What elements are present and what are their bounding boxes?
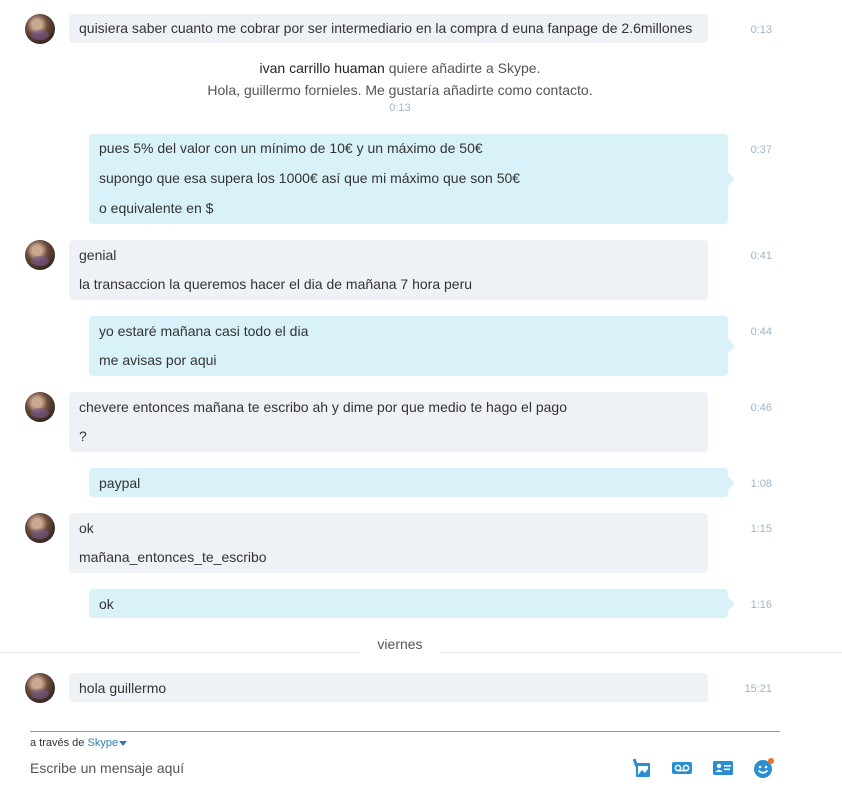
message-bubble-outgoing[interactable]: pues 5% del valor con un mínimo de 10€ y… xyxy=(89,134,735,224)
contact-avatar[interactable] xyxy=(25,392,55,422)
message-text: yo estaré mañana casi todo el dia xyxy=(99,323,309,339)
message-timestamp: 0:44 xyxy=(750,326,772,338)
contact-card-icon[interactable] xyxy=(712,757,734,779)
message-timestamp: 0:37 xyxy=(750,144,772,156)
message-text: paypal xyxy=(99,475,141,491)
contact-request-timestamp: 0:13 xyxy=(389,102,411,114)
message-bubble-incoming[interactable]: hola guillermo xyxy=(69,673,708,702)
composer-divider xyxy=(30,731,780,732)
emoticon-icon[interactable] xyxy=(753,757,775,779)
message-bubble-incoming[interactable]: chevere entonces mañana te escribo ah y … xyxy=(69,392,708,452)
message-input[interactable] xyxy=(30,759,590,777)
message-bubble-incoming[interactable]: ok mañana_entonces_te_escribo xyxy=(69,513,708,573)
contact-request-message: Hola, guillermo fornieles. Me gustaría a… xyxy=(207,82,593,98)
message-text: supongo que esa supera los 1000€ así que… xyxy=(99,170,521,186)
message-timestamp: 1:15 xyxy=(750,523,772,535)
message-bubble-outgoing[interactable]: paypal xyxy=(89,468,735,497)
message-timestamp: 1:08 xyxy=(750,478,772,490)
conversation-area: quisiera saber cuanto me cobrar por ser … xyxy=(0,0,842,730)
message-timestamp: 0:46 xyxy=(750,402,772,414)
message-text: chevere entonces mañana te escribo ah y … xyxy=(79,399,567,415)
message-bubble-outgoing[interactable]: yo estaré mañana casi todo el dia me avi… xyxy=(89,316,735,376)
message-bubble-incoming[interactable]: quisiera saber cuanto me cobrar por ser … xyxy=(69,14,708,43)
message-text: mañana_entonces_te_escribo xyxy=(79,549,267,565)
message-text: pues 5% del valor con un mínimo de 10€ y… xyxy=(99,140,483,156)
contact-avatar[interactable] xyxy=(25,673,55,703)
image-send-icon[interactable] xyxy=(632,757,654,779)
day-separator: viernes xyxy=(0,636,842,660)
message-text: genial xyxy=(79,247,117,263)
video-message-icon[interactable] xyxy=(671,757,693,779)
contact-request-notice: ivan carrillo huaman quiere añadirte a S… xyxy=(0,60,800,76)
contact-avatar[interactable] xyxy=(25,513,55,543)
message-text: ok xyxy=(99,596,114,612)
message-text: me avisas por aqui xyxy=(99,352,217,368)
send-via-prefix: a través de xyxy=(30,737,85,749)
message-timestamp: 1:16 xyxy=(750,599,772,611)
message-text: ok xyxy=(79,520,94,536)
message-text: quisiera saber cuanto me cobrar por ser … xyxy=(79,20,693,36)
message-text: ? xyxy=(79,428,87,444)
message-bubble-incoming[interactable]: genial la transaccion la queremos hacer … xyxy=(69,240,708,300)
message-timestamp: 0:13 xyxy=(750,24,772,36)
message-text: o equivalente en $ xyxy=(99,200,214,216)
message-timestamp: 15:21 xyxy=(744,683,772,695)
contact-avatar[interactable] xyxy=(25,14,55,44)
message-timestamp: 0:41 xyxy=(750,250,772,262)
chevron-down-icon[interactable] xyxy=(119,740,128,746)
contact-avatar[interactable] xyxy=(25,240,55,270)
message-bubble-outgoing[interactable]: ok xyxy=(89,589,735,618)
send-via-service[interactable]: Skype xyxy=(87,737,118,749)
send-via-selector[interactable]: a través de Skype xyxy=(30,737,128,749)
message-text: hola guillermo xyxy=(79,680,167,696)
contact-request-name[interactable]: ivan carrillo huaman xyxy=(260,60,385,76)
contact-request-action: quiere añadirte a Skype. xyxy=(388,60,541,76)
day-separator-label: viernes xyxy=(377,636,423,652)
message-text: la transaccion la queremos hacer el dia … xyxy=(79,276,473,292)
